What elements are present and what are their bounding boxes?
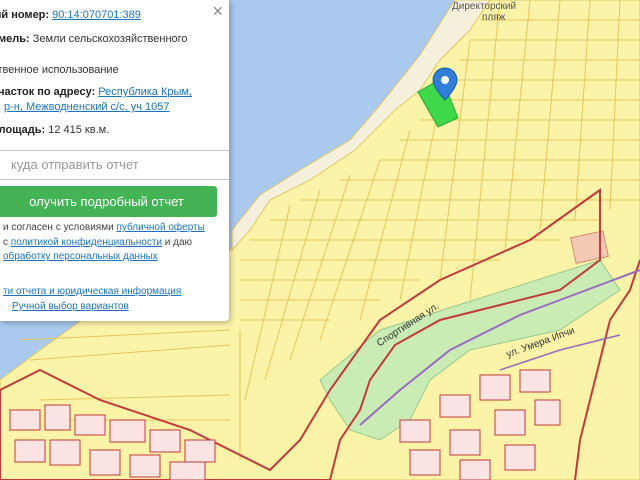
land-value: Земли сельскохозяйственного	[32, 33, 188, 45]
place-label-line2: пляж	[482, 12, 506, 23]
agree-line-2: с политикой конфиденциальности и даю	[3, 237, 192, 248]
land-label: емель:	[0, 33, 30, 45]
personal-data-link[interactable]: обработку персональных данных	[3, 251, 158, 262]
email-placeholder: куда отправить отчет	[11, 157, 139, 172]
privacy-policy-link[interactable]: политикой конфиденциальности	[11, 237, 162, 248]
area-label: площадь:	[0, 124, 46, 136]
manual-select-link[interactable]: Ручной выбор вариантов	[12, 301, 129, 312]
report-info-row: ти отчета и юридическая информация	[3, 286, 181, 297]
address-link-1[interactable]: Республика Крым,	[98, 86, 192, 98]
agree-line-3: обработку персональных данных	[3, 251, 158, 262]
place-label-line1: Директорский	[452, 1, 517, 12]
address-link-2[interactable]: р-н, Межводненский с/с, уч 1057	[4, 101, 169, 113]
address-label: участок по адресу:	[0, 86, 96, 98]
cadastral-row: ый номер: 90:14:070701:389	[0, 9, 141, 21]
close-icon[interactable]: ×	[212, 2, 223, 20]
agree-c: с	[3, 237, 8, 248]
agree-and: и даю	[164, 237, 193, 248]
place-label: Директорский пляж	[452, 1, 516, 23]
land-row: емель: Земли сельскохозяйственного	[0, 33, 188, 45]
public-offer-link[interactable]: публичной оферты	[116, 222, 204, 233]
cadastral-label: ый номер:	[0, 9, 50, 21]
agree-prefix: и согласен с условиями	[3, 222, 114, 233]
usage-row: ственное использование	[0, 64, 119, 76]
get-report-button[interactable]: олучить подробный отчет	[0, 186, 217, 217]
area-row: площадь: 12 415 кв.м.	[0, 124, 109, 136]
address-row: участок по адресу: Республика Крым,	[0, 86, 192, 98]
manual-select-row: Ручной выбор вариантов	[12, 301, 129, 312]
area-value: 12 415 кв.м.	[48, 124, 110, 136]
address-row-2: р-н, Межводненский с/с, уч 1057	[4, 101, 169, 113]
info-panel: × ый номер: 90:14:070701:389 емель: Земл…	[0, 0, 229, 321]
report-info-link[interactable]: ти отчета и юридическая информация	[3, 286, 181, 297]
email-input[interactable]: куда отправить отчет	[0, 150, 229, 180]
usage-text: ственное использование	[0, 64, 119, 76]
cadastral-number-link[interactable]: 90:14:070701:389	[52, 9, 141, 21]
agree-line-1: и согласен с условиями публичной оферты	[3, 222, 205, 233]
